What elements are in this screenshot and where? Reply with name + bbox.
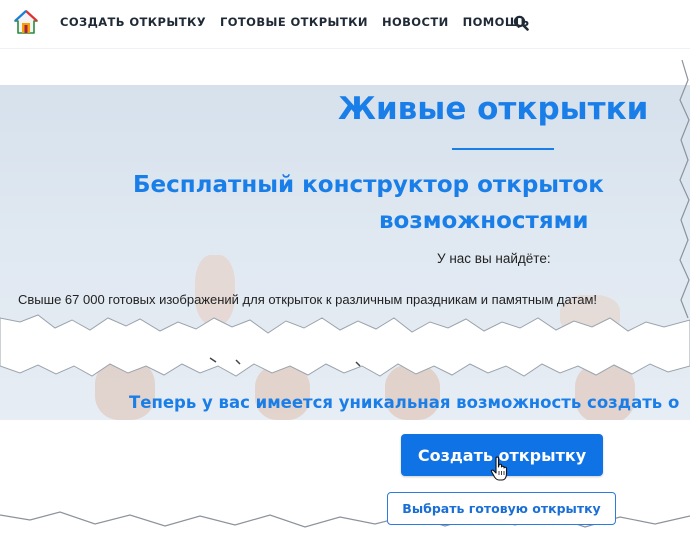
hand-cursor-icon [490, 456, 508, 481]
hero-banner [0, 85, 690, 420]
choose-ready-card-button[interactable]: Выбрать готовую открытку [387, 492, 616, 525]
subtitle-line-2: возможностями [379, 208, 589, 234]
background-veil [0, 85, 690, 420]
title-divider [452, 148, 554, 150]
subtitle-line-1: Бесплатный конструктор открыток [133, 172, 604, 198]
site-header: СОЗДАТЬ ОТКРЫТКУ ГОТОВЫЕ ОТКРЫТКИ НОВОСТ… [0, 0, 690, 49]
opportunity-text: Теперь у вас имеется уникальная возможно… [129, 393, 680, 412]
find-text: У нас вы найдёте: [437, 251, 551, 266]
house-icon[interactable] [14, 9, 38, 35]
nav-create-card[interactable]: СОЗДАТЬ ОТКРЫТКУ [60, 15, 206, 29]
nav-ready-cards[interactable]: ГОТОВЫЕ ОТКРЫТКИ [220, 15, 368, 29]
nav-news[interactable]: НОВОСТИ [382, 15, 449, 29]
stock-images-text: Свыше 67 000 готовых изображений для отк… [18, 292, 598, 307]
page-title: Живые открытки [338, 91, 649, 127]
main-nav: СОЗДАТЬ ОТКРЫТКУ ГОТОВЫЕ ОТКРЫТКИ НОВОСТ… [60, 15, 530, 29]
search-icon[interactable] [513, 15, 529, 31]
